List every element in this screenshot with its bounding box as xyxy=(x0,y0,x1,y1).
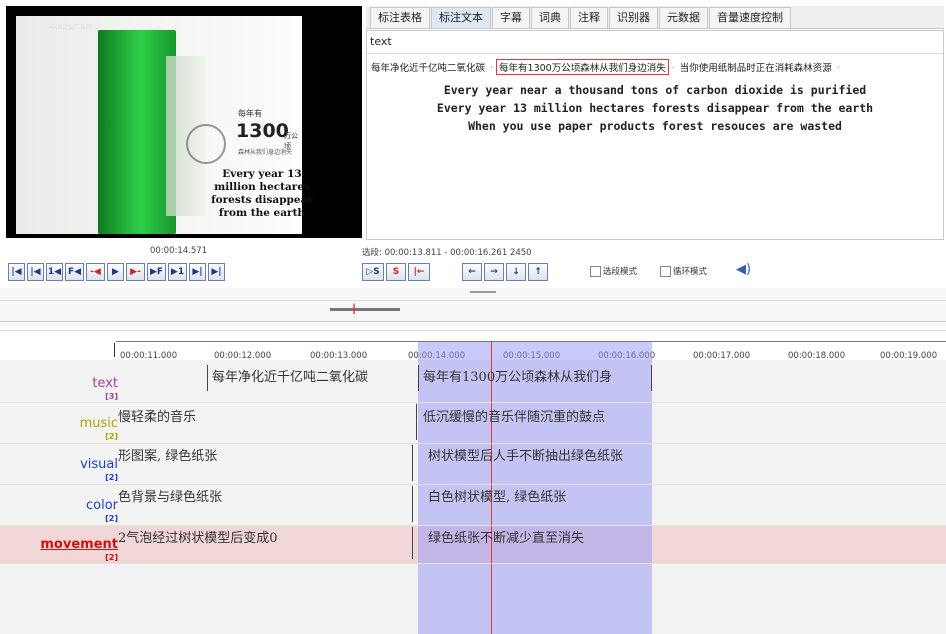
prev-annotation-button[interactable]: ← xyxy=(462,263,482,281)
translation-line: When you use paper products forest resou… xyxy=(468,119,842,133)
play-button[interactable]: ▶ xyxy=(107,263,124,281)
annotation-segment[interactable]: 树状模型后人手不断抽出绿色纸张 xyxy=(428,445,623,464)
segment-item-selected[interactable]: 每年有1300万公顷森林从我们身边消失 xyxy=(496,59,669,75)
annotation-segment[interactable]: 低沉缓慢的音乐伴随沉重的鼓点 xyxy=(423,406,605,425)
segment-item[interactable]: 当你使用纸制品时正在消耗森林资源 xyxy=(678,60,834,74)
tab-bar: 标注表格 标注文本 字幕 词典 注释 识别器 元数据 音量速度控制 xyxy=(366,6,944,29)
forward-1s-button[interactable]: ▶1 xyxy=(168,263,187,281)
tab-volume-speed[interactable]: 音量速度控制 xyxy=(709,7,791,28)
selection-range: 选段: 00:00:13.811 - 00:00:16.261 2450 xyxy=(362,248,532,258)
tier-label-visual[interactable]: visual xyxy=(80,457,118,472)
number-sub: 森林从我们身边消失 xyxy=(238,149,293,156)
ruler-start-mark xyxy=(114,343,115,357)
green-paper-image xyxy=(98,30,176,234)
tab-annotation-text[interactable]: 标注文本 xyxy=(431,7,491,28)
tier-row-text[interactable]: text [3] 每年净化近千亿吨二氧化碳 每年有1300万公顷森林从我们身 xyxy=(0,360,946,403)
segment-boundary[interactable] xyxy=(412,527,413,559)
video-viewer[interactable]: 中国公益广告网 每年有 1300 万公顷 森林从我们身边消失 Every yea… xyxy=(6,6,362,238)
tab-lexicon[interactable]: 词典 xyxy=(531,7,569,28)
segment-boundary[interactable] xyxy=(412,486,413,522)
tier-label-music[interactable]: music xyxy=(80,416,118,431)
annotation-segment[interactable]: 慢轻柔的音乐 xyxy=(118,406,196,425)
tab-annotation-table[interactable]: 标注表格 xyxy=(370,7,430,28)
annotation-segment[interactable]: 白色树状模型, 绿色纸张 xyxy=(428,486,566,505)
next-frame-button[interactable]: ▶| xyxy=(189,263,206,281)
segment-boundary[interactable] xyxy=(416,404,417,440)
goto-end-button[interactable]: ▶| xyxy=(208,263,225,281)
tier-row-movement[interactable]: movement [2] 2气泡经过树状模型后变成0 绿色纸张不断减少直至消失 xyxy=(0,525,946,564)
selection-mode-label: 选段模式 xyxy=(603,267,638,277)
number-prefix: 每年有 xyxy=(238,109,262,118)
tier-label-movement[interactable]: movement xyxy=(40,537,118,552)
forward-frame-button[interactable]: ▶F xyxy=(147,263,166,281)
video-subtitle: Every year 13 million hectares forests d… xyxy=(211,168,313,219)
back-1s-button[interactable]: 1◀ xyxy=(46,263,63,281)
loop-mode-label: 循环模式 xyxy=(673,267,708,277)
speaker-icon[interactable]: ◀) xyxy=(736,262,751,277)
tier-row-visual[interactable]: visual [2] 形图案, 绿色纸张 树状模型后人手不断抽出绿色纸张 xyxy=(0,443,946,485)
clear-selection-button[interactable]: S xyxy=(386,263,406,281)
tab-comments[interactable]: 注释 xyxy=(570,7,608,28)
back-frame-button[interactable]: F◀ xyxy=(65,263,84,281)
divider xyxy=(0,321,946,322)
divider xyxy=(367,53,943,54)
frame-tag: 中国公益广告网 xyxy=(50,24,93,31)
tier-label-color[interactable]: color xyxy=(86,498,118,513)
segment-boundary[interactable] xyxy=(412,445,413,481)
selection-mode-checkbox[interactable]: 选段模式 xyxy=(590,265,637,277)
annotation-segment[interactable]: 每年净化近千亿吨二氧化碳 xyxy=(212,366,368,385)
play-selection-s-button[interactable]: ▷S xyxy=(362,263,384,281)
translation-line: Every year 13 million hectares forests d… xyxy=(436,101,874,115)
tab-subtitles[interactable]: 字幕 xyxy=(492,7,530,28)
overview-cursor-icon[interactable]: I xyxy=(352,303,356,317)
seal-mark xyxy=(186,124,226,164)
translation-block: Every year near a thousand tons of carbo… xyxy=(367,81,943,135)
annotation-segment[interactable]: 形图案, 绿色纸张 xyxy=(118,445,217,464)
divider xyxy=(0,300,946,301)
annotation-segment[interactable]: 色背景与绿色纸张 xyxy=(118,486,222,505)
down-tier-button[interactable]: ↓ xyxy=(506,263,526,281)
tier-count: [3] xyxy=(105,392,118,401)
segment-boundary[interactable] xyxy=(207,365,208,391)
tier-count: [2] xyxy=(105,473,118,482)
loop-mode-checkbox[interactable]: 循环模式 xyxy=(660,265,707,277)
tier-count: [2] xyxy=(105,432,118,441)
tier-selector[interactable]: text xyxy=(370,35,392,48)
tab-metadata[interactable]: 元数据 xyxy=(659,7,708,28)
overview-marker xyxy=(330,308,400,311)
selection-begin-button[interactable]: -◀ xyxy=(86,263,105,281)
goto-selection-begin-button[interactable]: |← xyxy=(408,263,430,281)
annotation-segment[interactable]: 2气泡经过树状模型后变成0 xyxy=(118,527,278,546)
goto-begin-button[interactable]: |◀ xyxy=(8,263,25,281)
play-selection-button[interactable]: ▶- xyxy=(126,263,145,281)
segment-boundary[interactable] xyxy=(418,365,419,391)
annotation-text-panel: text 每年净化近千亿吨二氧化碳 · 每年有1300万公顷森林从我们身边消失 · 当你… xyxy=(366,30,944,240)
tier-label-text[interactable]: text xyxy=(92,376,118,391)
tier-row-color[interactable]: color [2] 色背景与绿色纸张 白色树状模型, 绿色纸张 xyxy=(0,484,946,526)
segment-boundary[interactable] xyxy=(651,365,652,391)
tab-recognizers[interactable]: 识别器 xyxy=(609,7,658,28)
current-time: 00:00:14.571 xyxy=(150,246,208,256)
tier-count: [2] xyxy=(105,553,118,562)
prev-frame-button[interactable]: |◀ xyxy=(27,263,44,281)
translation-line: Every year near a thousand tons of carbo… xyxy=(443,83,867,97)
annotation-segment[interactable]: 绿色纸张不断减少直至消失 xyxy=(428,527,584,546)
up-tier-button[interactable]: ↑ xyxy=(528,263,548,281)
tier-count: [2] xyxy=(105,514,118,523)
splitter-grip[interactable] xyxy=(470,291,496,293)
segment-item[interactable]: 每年净化近千亿吨二氧化碳 xyxy=(369,60,487,74)
segment-row: 每年净化近千亿吨二氧化碳 · 每年有1300万公顷森林从我们身边消失 · 当你使用纸制品… xyxy=(369,59,843,75)
next-annotation-button[interactable]: → xyxy=(484,263,504,281)
video-frame: 中国公益广告网 每年有 1300 万公顷 森林从我们身边消失 Every yea… xyxy=(16,16,313,234)
tier-row-music[interactable]: music [2] 慢轻柔的音乐 低沉缓慢的音乐伴随沉重的鼓点 xyxy=(0,402,946,444)
annotation-segment[interactable]: 每年有1300万公顷森林从我们身 xyxy=(423,366,612,385)
panel-splitter[interactable]: I ▲▼ xyxy=(0,288,946,339)
number-big: 1300 xyxy=(236,120,289,142)
